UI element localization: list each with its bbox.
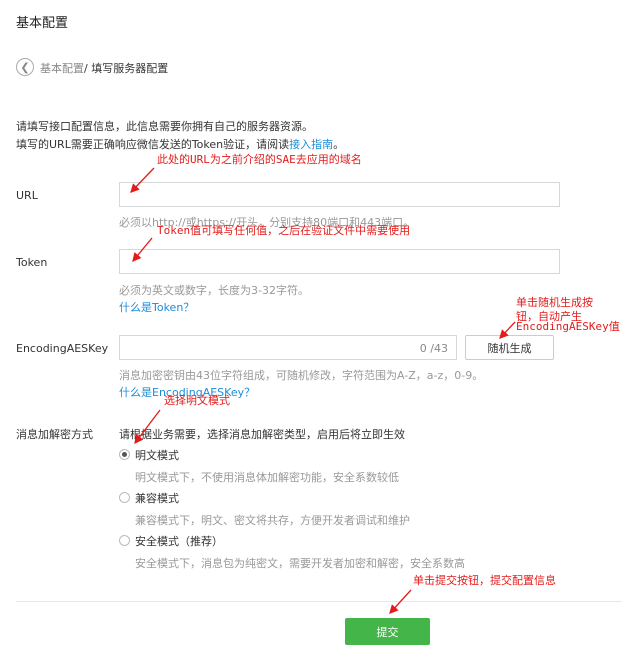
annotation-arrows — [130, 167, 516, 614]
arrow-submit — [389, 589, 412, 614]
arrow-token — [132, 237, 153, 263]
arrow-mode — [134, 409, 161, 445]
arrow-url — [130, 167, 155, 193]
arrow-random — [499, 321, 516, 339]
